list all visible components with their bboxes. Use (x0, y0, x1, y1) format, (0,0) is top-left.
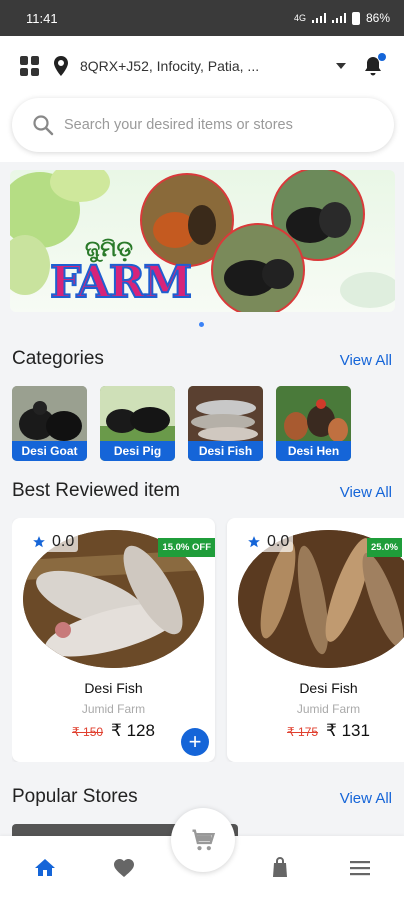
best-reviewed-view-all[interactable]: View All (340, 484, 392, 501)
discount-badge: 25.0% (367, 538, 402, 557)
status-bar: 11:41 4G 86% (0, 0, 404, 36)
rating-value: 0.0 (267, 533, 290, 550)
status-time: 11:41 (26, 10, 58, 26)
cart-icon (192, 829, 216, 851)
bag-icon[interactable] (268, 856, 292, 880)
current-price: ₹ 131 (326, 721, 370, 740)
notification-bell[interactable] (362, 53, 386, 77)
store-name: Jumid Farm (296, 702, 361, 716)
search-icon (33, 115, 54, 136)
rating-value: 0.0 (52, 533, 75, 550)
product-rating: 0.0 (28, 532, 79, 552)
battery-level: 86% (365, 11, 390, 25)
location-text[interactable]: 8QRX+J52, Infocity, Patia, ... (80, 58, 336, 74)
discount-badge: 15.0% OFF (158, 538, 215, 557)
product-card[interactable]: 0.0 25.0% Desi Fish Jumid Farm ₹ 175 ₹ 1… (227, 518, 404, 762)
search-placeholder: Search your desired items or stores (64, 117, 293, 133)
category-hen[interactable]: Desi Hen (276, 386, 351, 461)
status-indicators: 4G 86% (294, 11, 390, 25)
network-label: 4G (293, 13, 306, 23)
banner-artwork: ଜୁମିଡ଼ FARM (10, 170, 395, 312)
search-section: Search your desired items or stores (0, 96, 404, 162)
carousel-indicator[interactable] (199, 322, 204, 327)
promo-banner[interactable]: ଜୁମିଡ଼ FARM (10, 170, 395, 312)
product-name: Desi Fish (299, 680, 358, 696)
category-label: Desi Hen (276, 441, 351, 461)
product-name: Desi Fish (84, 680, 143, 696)
top-bar: 8QRX+J52, Infocity, Patia, ... (0, 36, 404, 96)
current-price: ₹ 128 (111, 721, 155, 740)
heart-icon[interactable] (112, 856, 136, 880)
category-fish[interactable]: Desi Fish (188, 386, 263, 461)
category-label: Desi Fish (188, 441, 263, 461)
price-row: ₹ 175 ₹ 131 (227, 721, 404, 741)
category-label: Desi Goat (12, 441, 87, 461)
search-input[interactable]: Search your desired items or stores (12, 98, 394, 152)
star-icon (248, 536, 260, 548)
banner-logo: FARM (50, 257, 190, 308)
star-icon (33, 536, 45, 548)
store-name: Jumid Farm (81, 702, 146, 716)
menu-icon[interactable] (348, 856, 372, 880)
plus-icon: + (188, 729, 202, 754)
category-goat[interactable]: Desi Goat (12, 386, 87, 461)
location-pin-icon (54, 56, 68, 76)
product-rating: 0.0 (243, 532, 294, 552)
popular-stores-view-all[interactable]: View All (340, 790, 392, 807)
signal-icon-2 (331, 13, 346, 23)
category-list: Desi Goat Desi Pig Desi Fish Desi Hen (12, 386, 351, 461)
category-pig[interactable]: Desi Pig (100, 386, 175, 461)
battery-icon (351, 11, 360, 25)
cart-button[interactable] (171, 808, 235, 872)
product-card[interactable]: 0.0 15.0% OFF Desi Fish Jumid Farm ₹ 150… (12, 518, 215, 762)
home-icon[interactable] (33, 856, 57, 880)
product-carousel: 0.0 15.0% OFF Desi Fish Jumid Farm ₹ 150… (12, 518, 404, 762)
chevron-down-icon[interactable] (336, 63, 346, 69)
grid-menu-icon[interactable] (20, 56, 40, 76)
signal-icon (311, 13, 326, 23)
best-reviewed-title: Best Reviewed item (12, 480, 180, 501)
category-label: Desi Pig (100, 441, 175, 461)
old-price: ₹ 150 (72, 725, 104, 739)
add-to-cart-button[interactable]: + (181, 728, 209, 756)
categories-title: Categories (12, 348, 104, 369)
popular-stores-title: Popular Stores (12, 786, 138, 807)
old-price: ₹ 175 (287, 725, 319, 739)
categories-view-all[interactable]: View All (340, 352, 392, 369)
notification-dot (378, 53, 386, 61)
